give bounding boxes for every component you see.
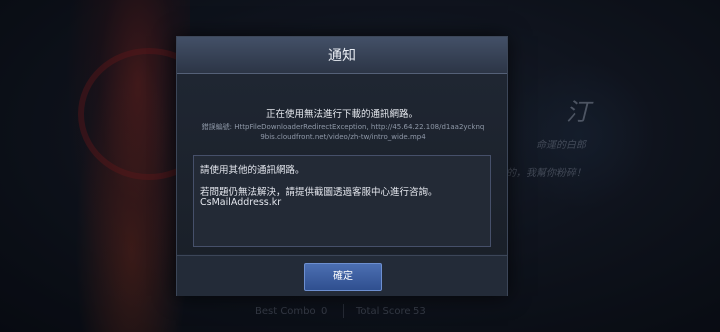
notice-dialog: 通知 正在使用無法進行下載的通訊網路。 錯誤編號: HttpFileDownlo… <box>176 36 508 296</box>
confirm-button[interactable]: 確定 <box>304 263 382 291</box>
game-screen: 汀 命運的白郎 的，我幫你粉碎！ Best Combo 0 Total Scor… <box>0 0 720 332</box>
dialog-footer: 確定 <box>177 255 507 296</box>
support-email: CsMailAddress.kr <box>200 197 282 208</box>
error-detail-text: 錯誤編號: HttpFileDownloaderRedirectExceptio… <box>201 123 485 141</box>
dialog-headline: 正在使用無法進行下載的通訊網路。 <box>265 109 418 120</box>
dialog-title: 通知 <box>328 48 356 64</box>
dialog-header: 通知 <box>177 37 507 74</box>
message-line-2: 若問題仍無法解決，請提供截圖透過客服中心進行咨詢。 <box>200 187 438 198</box>
message-box[interactable]: 請使用其他的通訊網路。 若問題仍無法解決，請提供截圖透過客服中心進行咨詢。 Cs… <box>193 155 491 247</box>
message-line-1: 請使用其他的通訊網路。 <box>200 165 305 176</box>
